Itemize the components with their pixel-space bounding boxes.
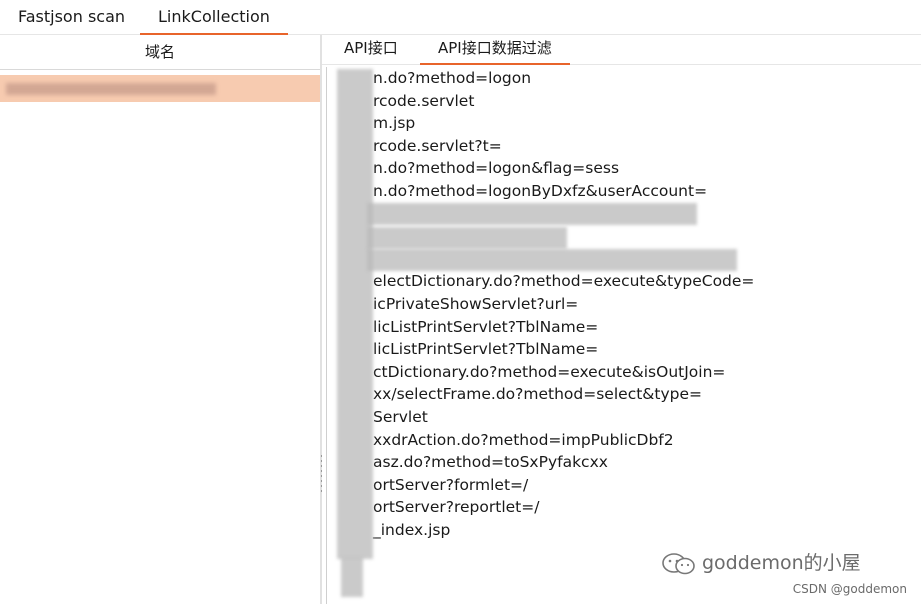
redaction-mosaic — [367, 249, 737, 271]
api-line: rcode.servlet?t= — [373, 136, 502, 155]
api-line: n.do?method=logon — [373, 69, 532, 87]
api-line: electDictionary.do?method=execute&typeCo… — [373, 272, 755, 291]
domain-list-panel: 域名 — [0, 35, 320, 604]
redaction-mosaic — [367, 203, 697, 225]
api-tab-bar: API接口 API接口数据过滤 — [322, 35, 921, 65]
api-line: ortServer?formlet=/ — [373, 475, 529, 494]
api-line-list: n.do?method=logon rcode.servlet m.jsp rc… — [373, 67, 754, 541]
api-line: n.do?method=logonByDxfz&userAccount= — [373, 181, 708, 200]
api-line: icPrivateShowServlet?url= — [373, 294, 579, 313]
wechat-icon — [662, 552, 695, 574]
api-line: m.jsp — [373, 114, 416, 133]
api-line: _index.jsp — [373, 520, 451, 539]
api-line: licListPrintServlet?TblName= — [373, 340, 599, 359]
tab-fastjson-scan[interactable]: Fastjson scan — [0, 0, 143, 34]
top-tab-bar: Fastjson scan LinkCollection — [0, 0, 921, 35]
api-line: licListPrintServlet?TblName= — [373, 317, 599, 336]
api-line: ortServer?reportlet=/ — [373, 498, 540, 517]
watermark-text: goddemon的小屋 — [702, 552, 861, 574]
source-watermark: CSDN @goddemon — [792, 582, 907, 596]
api-line: xxdrAction.do?method=impPublicDbf2 — [373, 430, 674, 449]
api-line: ctDictionary.do?method=execute&isOutJoin… — [373, 362, 726, 381]
redaction-mosaic — [367, 227, 567, 249]
api-line: rcode.servlet — [373, 91, 475, 110]
api-line: asz.do?method=toSxPyfakcxx — [373, 453, 608, 472]
watermark: goddemon的小屋 — [660, 548, 861, 576]
api-line: Servlet — [373, 407, 428, 426]
redaction-mosaic-column — [337, 69, 373, 559]
redaction-mosaic — [341, 557, 363, 597]
api-panel: API接口 API接口数据过滤 n.do?method=logon rcode.… — [322, 35, 921, 604]
api-text-area[interactable]: n.do?method=logon rcode.servlet m.jsp rc… — [326, 67, 921, 604]
redacted-domain — [6, 83, 216, 95]
domain-row-selected[interactable] — [0, 75, 320, 102]
tab-linkcollection[interactable]: LinkCollection — [140, 0, 288, 35]
api-line: xx/selectFrame.do?method=select&type= — [373, 385, 702, 404]
tab-api-filter[interactable]: API接口数据过滤 — [420, 35, 570, 65]
tab-api[interactable]: API接口 — [326, 35, 416, 64]
api-line: n.do?method=logon&flag=sess — [373, 159, 620, 178]
domain-column-header[interactable]: 域名 — [0, 35, 320, 70]
